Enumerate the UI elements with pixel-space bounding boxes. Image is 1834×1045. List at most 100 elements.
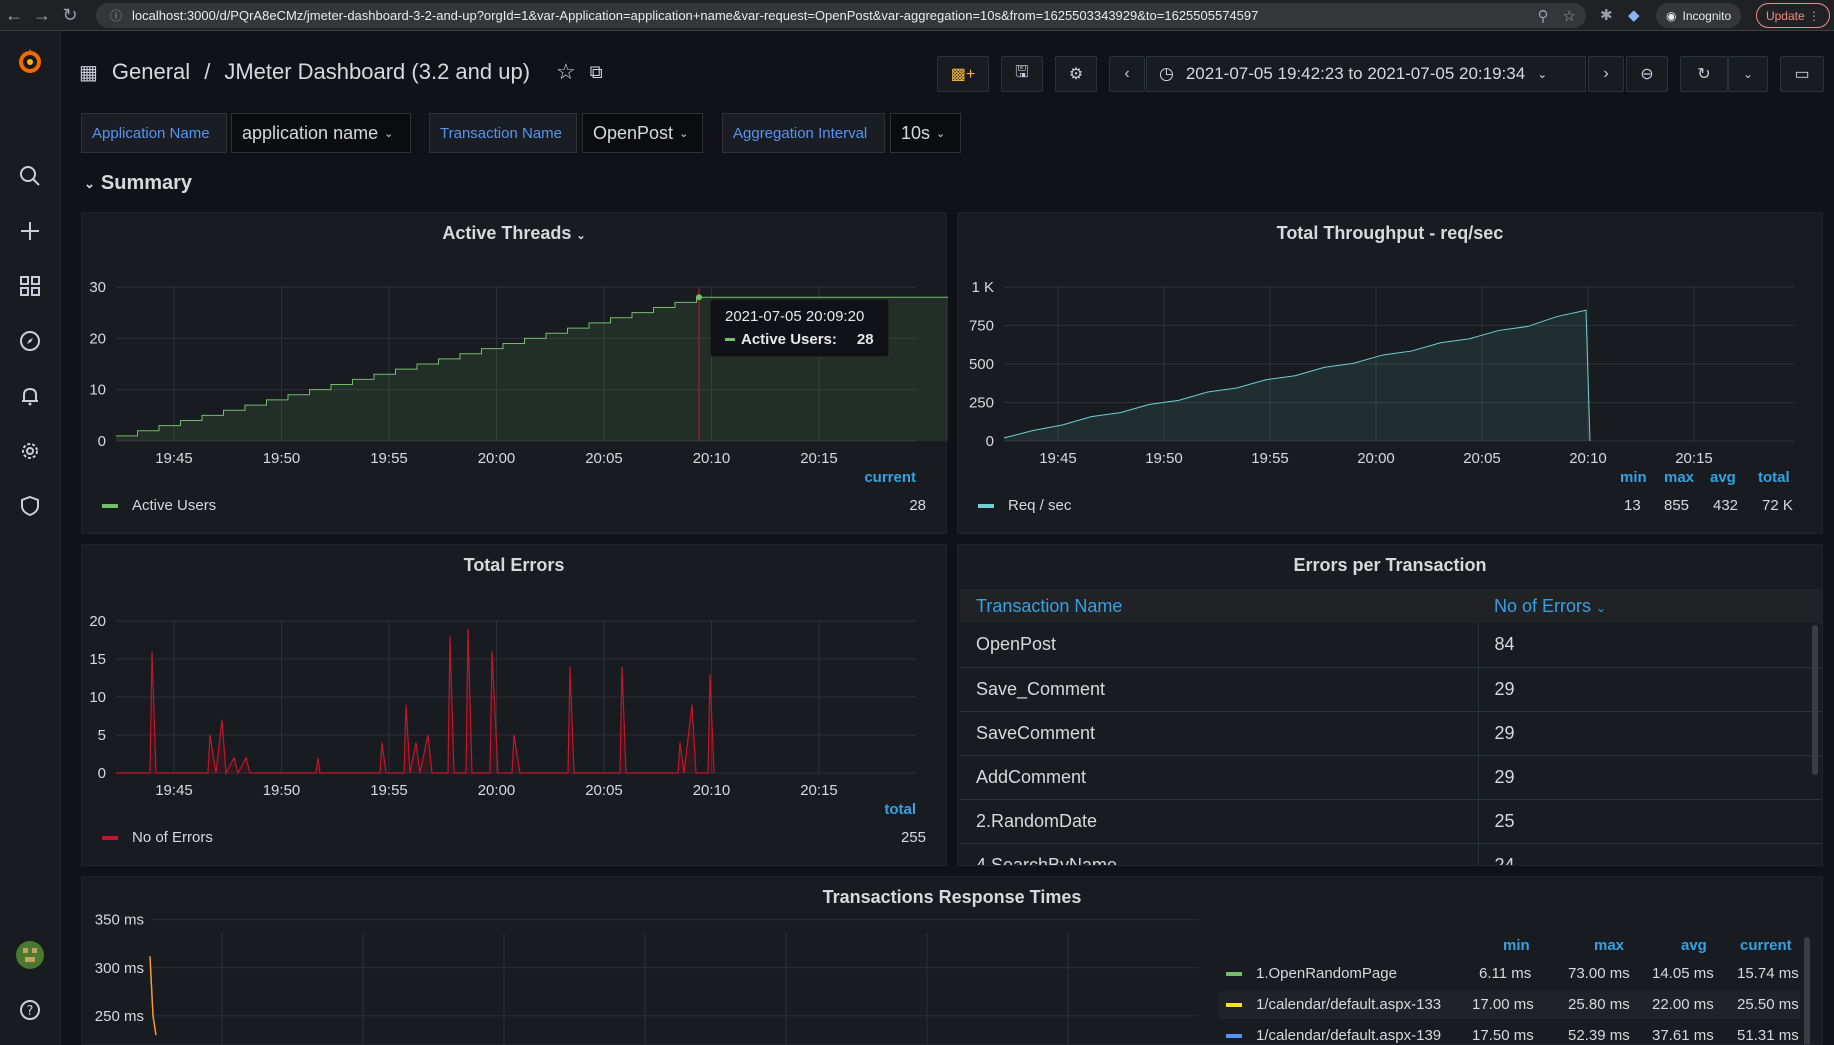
bookmark-star-icon[interactable]: ☆ xyxy=(1563,7,1576,25)
table-cell-name: 4.SearchByName xyxy=(960,843,1479,865)
table-row[interactable]: 2.RandomDate 25 xyxy=(960,799,1822,844)
legend-header-total[interactable]: total xyxy=(884,801,916,818)
puzzle-icon[interactable]: ◆ xyxy=(1628,6,1640,24)
legend-value-current: 28 xyxy=(909,497,926,514)
panel-title[interactable]: Total Errors xyxy=(82,555,946,576)
active-threads-chart[interactable]: 0 10 20 30 19:45 19:50 19:55 20:00 20:05 20:10 20:… xyxy=(82,249,948,489)
legend-value-total: 255 xyxy=(900,829,926,846)
panel-title[interactable]: Errors per Transaction xyxy=(958,555,1822,576)
incognito-badge[interactable]: ◉ Incognito xyxy=(1656,3,1742,28)
configuration-gear-icon[interactable] xyxy=(12,433,48,469)
dashboards-grid-icon[interactable] xyxy=(12,268,48,304)
dashboard-settings-button[interactable]: ⚙ xyxy=(1055,56,1097,92)
table-row[interactable]: AddComment 29 xyxy=(960,755,1822,800)
legend-scrollbar[interactable] xyxy=(1804,937,1810,1044)
x-tick-label: 20:15 xyxy=(800,782,838,799)
legend-swatch xyxy=(1226,1002,1242,1007)
refresh-interval-dropdown[interactable]: ⌄ xyxy=(1728,56,1768,92)
create-plus-icon[interactable] xyxy=(12,213,48,249)
x-tick-label: 20:15 xyxy=(1675,450,1713,467)
legend-header-current[interactable]: current xyxy=(1740,937,1792,954)
view-mode-button[interactable]: ▭ xyxy=(1780,56,1824,92)
legend-item-req-sec[interactable]: Req / sec xyxy=(978,497,1071,514)
zoom-out-button[interactable]: ⊖ xyxy=(1626,56,1668,92)
x-tick-label: 20:00 xyxy=(478,782,516,799)
share-icon[interactable]: ⧉ xyxy=(590,62,603,83)
server-admin-shield-icon[interactable] xyxy=(12,488,48,524)
legend-header-max[interactable]: max xyxy=(1594,937,1624,954)
panel-title-text: Active Threads xyxy=(442,223,572,243)
reload-icon[interactable]: ↻ xyxy=(56,1,84,29)
variable-select-application[interactable]: application name ⌄ xyxy=(231,113,411,153)
errors-chart[interactable]: 0 5 10 15 20 19:45 19:50 19:55 20:00 20:05 20:10 20… xyxy=(82,581,948,821)
legend-header-min[interactable]: min xyxy=(1620,469,1647,486)
table-row[interactable]: OpenPost 84 xyxy=(960,623,1822,668)
update-button[interactable]: Update ⋮ xyxy=(1756,3,1830,28)
column-header-no-of-errors[interactable]: No of Errors ⌄ xyxy=(1478,589,1822,623)
table-row[interactable]: SaveComment 29 xyxy=(960,711,1822,756)
legend-swatch xyxy=(102,835,118,840)
time-back-button[interactable]: ‹ xyxy=(1109,56,1145,92)
legend-header-min[interactable]: min xyxy=(1503,937,1530,954)
forward-icon[interactable]: → xyxy=(28,1,56,29)
extension-icon[interactable]: ✱ xyxy=(1600,6,1613,24)
legend-header-avg[interactable]: avg xyxy=(1681,937,1707,954)
time-range-picker[interactable]: ◷ 2021-07-05 19:42:23 to 2021-07-05 20:1… xyxy=(1146,56,1586,92)
column-header-transaction-name[interactable]: Transaction Name xyxy=(960,589,1478,623)
legend-header-total[interactable]: total xyxy=(1758,469,1790,486)
variable-label-aggregation: Aggregation Interval xyxy=(722,113,885,153)
back-icon[interactable]: ← xyxy=(0,1,28,29)
table-cell-name: 2.RandomDate xyxy=(960,799,1479,844)
legend-swatch xyxy=(102,503,118,508)
panel-title[interactable]: Total Throughput - req/sec xyxy=(958,223,1822,244)
time-forward-button[interactable]: › xyxy=(1588,56,1624,92)
zoom-icon[interactable]: ⚲ xyxy=(1538,7,1549,25)
throughput-chart[interactable]: 0 250 500 750 1 K 19:45 19:50 19:55 20:00 20:05 20… xyxy=(958,249,1824,489)
column-header-label: No of Errors xyxy=(1494,595,1592,616)
legend-label: Req / sec xyxy=(1008,497,1072,514)
errors-table: Transaction Name No of Errors ⌄ OpenPost… xyxy=(960,589,1822,865)
refresh-button[interactable]: ↻ xyxy=(1680,56,1728,92)
table-row[interactable]: 4.SearchByName 24 xyxy=(960,843,1822,865)
table-cell-name: Save_Comment xyxy=(960,667,1479,712)
variable-select-transaction[interactable]: OpenPost ⌄ xyxy=(582,113,703,153)
legend-item-series[interactable]: 1/calendar/default.aspx-139 xyxy=(1226,1027,1441,1044)
y-tick-label: 750 xyxy=(969,318,994,335)
legend-header-max[interactable]: max xyxy=(1664,469,1694,486)
legend-label: 1.OpenRandomPage xyxy=(1256,965,1397,982)
dashboard-title[interactable]: JMeter Dashboard (3.2 and up) xyxy=(224,59,530,85)
user-avatar[interactable] xyxy=(12,937,48,973)
legend-item-active-users[interactable]: Active Users xyxy=(102,497,216,514)
save-dashboard-button[interactable]: 🖫 xyxy=(1001,56,1043,92)
table-cell-count: 29 xyxy=(1478,755,1822,800)
dashboards-grid-icon[interactable]: ▦ xyxy=(79,60,98,85)
address-bar[interactable]: ⓘ localhost:3000/d/PQrA8eCMz/jmeter-dash… xyxy=(96,3,1586,28)
search-icon[interactable] xyxy=(12,158,48,194)
legend-swatch xyxy=(978,503,994,508)
variable-select-aggregation[interactable]: 10s ⌄ xyxy=(890,113,961,153)
panel-title[interactable]: Active Threads ⌄ xyxy=(82,223,946,244)
legend-value-min: 17.50 ms xyxy=(1472,1027,1534,1044)
legend-item-no-of-errors[interactable]: No of Errors xyxy=(102,829,213,846)
legend-item-series[interactable]: 1/calendar/default.aspx-133 xyxy=(1226,996,1441,1013)
series-area xyxy=(116,628,714,773)
legend-header-avg[interactable]: avg xyxy=(1710,469,1736,486)
response-times-chart[interactable]: 250 ms 300 ms 350 ms xyxy=(82,913,1212,1045)
legend-value-max: 73.00 ms xyxy=(1568,965,1630,982)
add-panel-button[interactable]: ▩+ xyxy=(937,56,989,92)
y-tick-label: 30 xyxy=(89,279,106,296)
breadcrumb-folder[interactable]: General xyxy=(112,59,190,85)
legend-item-series[interactable]: 1.OpenRandomPage xyxy=(1226,965,1397,982)
legend-header-current[interactable]: current xyxy=(864,469,916,486)
grafana-logo-icon[interactable] xyxy=(12,43,48,79)
alerting-bell-icon[interactable] xyxy=(12,378,48,414)
table-row[interactable]: Save_Comment 29 xyxy=(960,667,1822,712)
table-scrollbar[interactable] xyxy=(1812,625,1818,775)
y-tick-label: 0 xyxy=(986,433,994,450)
panel-title[interactable]: Transactions Response Times xyxy=(82,887,1822,908)
help-icon[interactable]: ? xyxy=(12,992,48,1028)
explore-compass-icon[interactable] xyxy=(12,323,48,359)
star-icon[interactable]: ☆ xyxy=(556,59,576,85)
row-summary[interactable]: ⌄ Summary xyxy=(84,172,192,195)
y-tick-label: 0 xyxy=(98,765,106,782)
